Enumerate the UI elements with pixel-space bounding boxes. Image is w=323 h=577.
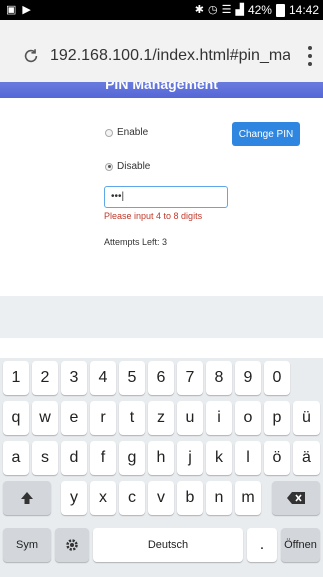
gear-icon <box>66 539 78 551</box>
notification-square-icon: ▣ <box>6 4 17 16</box>
key-a[interactable]: a <box>3 441 29 475</box>
key-6[interactable]: 6 <box>148 361 174 395</box>
on-screen-keyboard: 1 2 3 4 5 6 7 8 9 0 q w e r t z u i o p … <box>0 358 323 577</box>
page-footer-bar <box>0 296 323 338</box>
key-8[interactable]: 8 <box>206 361 232 395</box>
settings-key[interactable] <box>55 528 89 562</box>
attempts-left: Attempts Left: 3 <box>104 237 168 247</box>
page-title: PIN Management <box>105 82 218 92</box>
key-g[interactable]: g <box>119 441 145 475</box>
key-t[interactable]: t <box>119 401 145 435</box>
play-icon: ▶ <box>22 4 31 16</box>
key-e[interactable]: e <box>61 401 87 435</box>
key-h[interactable]: h <box>148 441 174 475</box>
key-x[interactable]: x <box>90 481 116 515</box>
key-r[interactable]: r <box>90 401 116 435</box>
enable-radio[interactable] <box>105 128 113 137</box>
reload-icon[interactable] <box>22 47 40 65</box>
key-u[interactable]: u <box>177 401 203 435</box>
shift-key[interactable] <box>3 481 51 515</box>
period-key[interactable]: . <box>247 528 277 562</box>
signal-icon: ▟ <box>235 4 244 16</box>
backspace-icon <box>287 491 305 504</box>
key-w[interactable]: w <box>32 401 58 435</box>
key-9[interactable]: 9 <box>235 361 261 395</box>
key-3[interactable]: 3 <box>61 361 87 395</box>
clock: 14:42 <box>288 3 319 17</box>
key-k[interactable]: k <box>206 441 232 475</box>
key-4[interactable]: 4 <box>90 361 116 395</box>
browser-toolbar: 192.168.100.1/index.html#pin_manageme <box>0 20 323 83</box>
pin-input[interactable]: •••| <box>104 186 228 208</box>
key-j[interactable]: j <box>177 441 203 475</box>
shift-arrow-icon <box>21 491 33 504</box>
key-o[interactable]: o <box>235 401 261 435</box>
sym-key[interactable]: Sym <box>3 528 51 562</box>
key-f[interactable]: f <box>90 441 116 475</box>
key-b[interactable]: b <box>177 481 203 515</box>
key-u-umlaut[interactable]: ü <box>293 401 320 435</box>
key-5[interactable]: 5 <box>119 361 145 395</box>
space-key[interactable]: Deutsch <box>93 528 243 562</box>
alarm-icon: ◷ <box>207 4 218 16</box>
status-bar: ▣ ▶ ✱ ◷ ☰ ▟ 42% 14:42 <box>0 0 323 20</box>
key-l[interactable]: l <box>235 441 261 475</box>
key-1[interactable]: 1 <box>3 361 29 395</box>
enable-label: Enable <box>117 127 149 138</box>
key-7[interactable]: 7 <box>177 361 203 395</box>
key-o-umlaut[interactable]: ö <box>264 441 290 475</box>
key-i[interactable]: i <box>206 401 232 435</box>
change-pin-button[interactable]: Change PIN <box>232 122 300 146</box>
key-m[interactable]: m <box>235 481 261 515</box>
key-0[interactable]: 0 <box>264 361 290 395</box>
battery-icon <box>275 3 285 17</box>
disable-label: Disable <box>117 161 151 172</box>
bluetooth-icon: ✱ <box>194 4 204 16</box>
enable-option[interactable]: Enable <box>105 127 148 138</box>
key-n[interactable]: n <box>206 481 232 515</box>
pin-input-value: •••| <box>111 191 125 202</box>
page-header: PIN Management <box>0 82 323 98</box>
key-v[interactable]: v <box>148 481 174 515</box>
wifi-icon: ☰ <box>221 4 232 16</box>
key-c[interactable]: c <box>119 481 145 515</box>
key-d[interactable]: d <box>61 441 87 475</box>
disable-option[interactable]: Disable <box>105 161 150 172</box>
pin-management-panel: Enable Change PIN Disable •••| Please in… <box>0 98 323 296</box>
enter-key[interactable]: Öffnen <box>281 528 320 562</box>
battery-percent: 42% <box>247 3 272 17</box>
key-y[interactable]: y <box>61 481 87 515</box>
key-z[interactable]: z <box>148 401 174 435</box>
key-s[interactable]: s <box>32 441 58 475</box>
url-field[interactable]: 192.168.100.1/index.html#pin_manageme <box>50 47 290 65</box>
key-p[interactable]: p <box>264 401 290 435</box>
backspace-key[interactable] <box>272 481 320 515</box>
disable-radio[interactable] <box>105 162 113 171</box>
key-q[interactable]: q <box>3 401 29 435</box>
key-2[interactable]: 2 <box>32 361 58 395</box>
key-a-umlaut[interactable]: ä <box>293 441 320 475</box>
error-message: Please input 4 to 8 digits <box>104 211 203 221</box>
overflow-menu-icon[interactable] <box>307 46 313 66</box>
spacer <box>0 338 323 358</box>
